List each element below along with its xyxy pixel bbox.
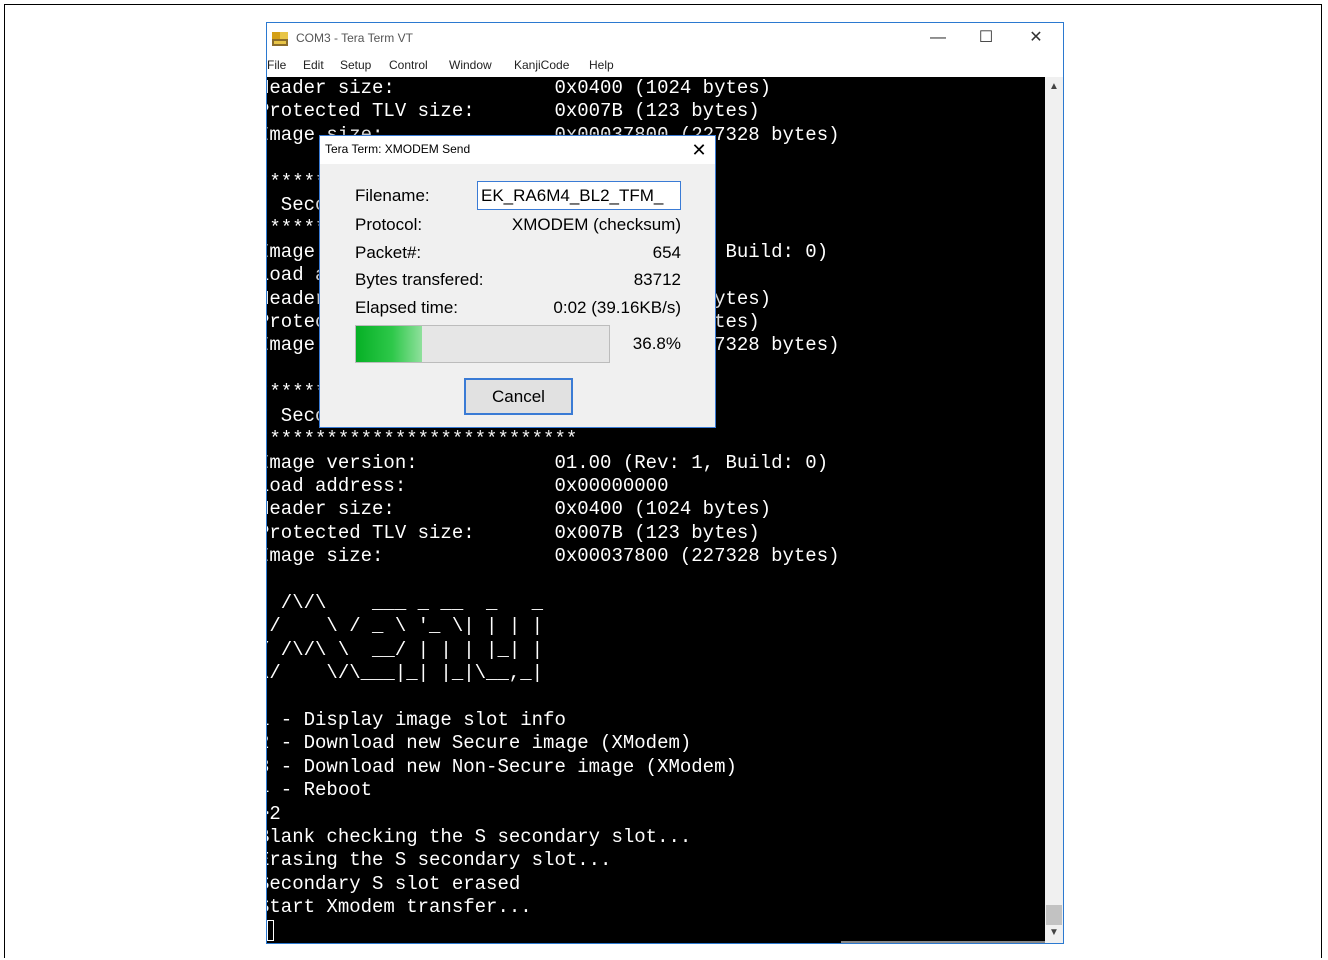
scroll-up-icon[interactable]: ▲ — [1045, 79, 1063, 95]
teraterm-app-icon — [272, 32, 288, 46]
scrollbar-thumb[interactable] — [1046, 905, 1062, 925]
packet-value: 654 — [652, 243, 681, 262]
terminal-line: / /\/\ \ __/ | | | |_| | — [267, 638, 544, 661]
progress-percent: 36.8% — [632, 334, 681, 353]
terminal-line: Header size: 0x0400 (1024 bytes) — [267, 498, 772, 521]
cancel-button[interactable]: Cancel — [464, 378, 573, 415]
packet-label: Packet#: — [355, 243, 422, 262]
terminal-line: Erasing the S secondary slot... — [267, 849, 612, 872]
dialog-title-bar[interactable]: Tera Term: XMODEM Send ✕ — [320, 136, 715, 164]
close-button[interactable]: ✕ — [1013, 23, 1059, 55]
terminal-line: 3 - Download new Non-Secure image (XMode… — [267, 755, 737, 778]
menu-bar: File Edit Setup Control Window KanjiCode… — [267, 55, 1063, 77]
terminal-line: Load address: 0x00000000 — [267, 474, 669, 497]
terminal-line: >2 — [267, 802, 281, 825]
menu-window[interactable]: Window — [449, 58, 492, 72]
protocol-value: XMODEM (checksum) — [511, 215, 681, 234]
menu-kanjicode[interactable]: KanjiCode — [514, 58, 569, 72]
terminal-line: 4 - Reboot — [267, 779, 373, 802]
horizontal-scroll-indicator — [841, 941, 1045, 943]
elapsed-time-label: Elapsed time: — [355, 298, 458, 317]
filename-field[interactable]: EK_RA6M4_BL2_TFM_ — [477, 181, 681, 210]
title-bar[interactable]: COM3 - Tera Term VT — ☐ ✕ — [267, 23, 1063, 55]
terminal-line: / \ / _ \ '_ \| | | | — [267, 615, 544, 638]
terminal-line: **************************** — [267, 428, 578, 451]
scroll-down-icon[interactable]: ▼ — [1045, 925, 1063, 941]
terminal-line: 2 - Download new Secure image (XModem) — [267, 732, 692, 755]
xmodem-send-dialog: Tera Term: XMODEM Send ✕ Filename: EK_RA… — [319, 135, 716, 428]
window-title: COM3 - Tera Term VT — [296, 31, 413, 45]
menu-setup[interactable]: Setup — [340, 58, 371, 72]
terminal-line: Secondary S slot erased — [267, 872, 521, 895]
terminal-line: Protected TLV size: 0x007B (123 bytes) — [267, 521, 760, 544]
terminal-line: Image version: 01.00 (Rev: 1, Build: 0) — [267, 451, 829, 474]
bytes-transferred-value: 83712 — [633, 270, 681, 289]
terminal-line: Header size: 0x0400 (1024 bytes) — [267, 77, 772, 99]
dialog-title: Tera Term: XMODEM Send — [325, 142, 471, 156]
dialog-close-button[interactable]: ✕ — [686, 138, 712, 162]
bytes-transferred-label: Bytes transfered: — [355, 270, 484, 289]
progress-fill — [356, 326, 422, 362]
menu-edit[interactable]: Edit — [303, 58, 324, 72]
terminal-line: Start Xmodem transfer... — [267, 896, 532, 919]
elapsed-time-value: 0:02 (39.16KB/s) — [553, 298, 681, 317]
menu-help[interactable]: Help — [589, 58, 614, 72]
terminal-line: Protected TLV size: 0x007B (123 bytes) — [267, 100, 760, 123]
terminal-cursor — [267, 920, 274, 941]
transfer-progress-bar — [355, 325, 610, 363]
terminal-line: 1 - Display image slot info — [267, 708, 566, 731]
menu-control[interactable]: Control — [389, 58, 428, 72]
vertical-scrollbar[interactable]: ▲ ▼ — [1045, 77, 1063, 943]
protocol-label: Protocol: — [355, 215, 423, 234]
terminal-line: /\/\ ___ _ __ _ _ — [267, 591, 544, 614]
terminal-line: Blank checking the S secondary slot... — [267, 826, 692, 848]
menu-file[interactable]: File — [267, 58, 286, 72]
filename-label: Filename: — [355, 186, 430, 205]
terminal-line: \/ \/\___|_| |_|\__,_| — [267, 662, 544, 685]
maximize-button[interactable]: ☐ — [963, 23, 1009, 55]
terminal-line: Image size: 0x00037800 (227328 bytes) — [267, 545, 840, 568]
minimize-button[interactable]: — — [915, 23, 961, 55]
